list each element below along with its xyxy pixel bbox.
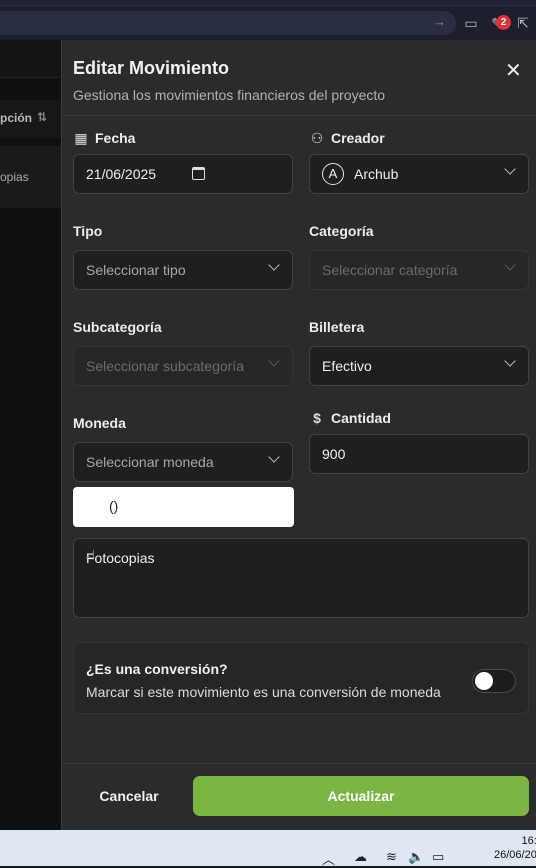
cloud-icon[interactable]: ☁ — [354, 849, 367, 865]
conversion-toggle[interactable] — [472, 669, 516, 693]
billetera-select[interactable]: Efectivo — [309, 346, 529, 386]
fecha-date-input[interactable]: 21/06/2025 — [73, 154, 293, 194]
open-external-icon[interactable]: ⇱ — [514, 14, 532, 32]
conversion-description: Marcar si este movimiento es una convers… — [86, 684, 441, 700]
go-arrow-icon[interactable]: → — [433, 14, 446, 29]
date-picker-icon[interactable] — [192, 167, 205, 180]
moneda-select[interactable]: Seleccionar moneda — [73, 442, 293, 482]
notification-badge: 2 — [496, 15, 511, 30]
background-table-row: opias — [0, 146, 61, 208]
avatar: A — [322, 163, 344, 185]
update-button[interactable]: Actualizar — [193, 776, 529, 816]
conversion-title: ¿Es una conversión? — [86, 661, 228, 677]
resize-handle[interactable] — [86, 550, 94, 558]
chevron-down-icon — [504, 259, 516, 271]
row-description: opias — [0, 170, 29, 184]
volume-icon[interactable]: 🔈 — [408, 849, 424, 865]
fecha-label: ▦ Fecha — [74, 130, 136, 146]
user-icon: ⚇ — [310, 130, 324, 146]
moneda-label: Moneda — [73, 415, 126, 431]
chevron-up-icon[interactable]: ︿ — [322, 849, 335, 868]
calendar-icon: ▦ — [74, 130, 88, 146]
taskbar-clock[interactable]: 16:49 26/06/2025 — [494, 834, 536, 862]
sort-icon: ⇅ — [37, 110, 48, 124]
creador-label: ⚇ Creador — [310, 130, 385, 146]
cancel-button[interactable]: Cancelar — [73, 776, 185, 816]
background-toolbar — [0, 40, 61, 78]
edit-movement-panel: Editar Movimiento Gestiona los movimient… — [61, 40, 536, 830]
conversion-section: ¿Es una conversión? Marcar si este movim… — [73, 642, 529, 714]
descripcion-textarea[interactable]: Fotocopias — [73, 538, 529, 618]
battery-icon[interactable]: ▭ — [432, 849, 444, 865]
chevron-down-icon — [268, 355, 280, 367]
cantidad-input[interactable]: 900 — [309, 434, 529, 474]
chevron-down-icon — [504, 355, 516, 367]
footer-divider — [62, 763, 536, 764]
panel-subtitle: Gestiona los movimientos financieros del… — [73, 87, 386, 103]
subcategoria-select[interactable]: Seleccionar subcategoría — [73, 346, 293, 386]
cantidad-label: $ Cantidad — [309, 410, 391, 426]
tipo-select[interactable]: Seleccionar tipo — [73, 250, 293, 290]
moneda-dropdown-option[interactable]: () — [73, 487, 294, 527]
address-bar[interactable]: → — [0, 11, 456, 35]
panel-title: Editar Movimiento — [73, 58, 230, 78]
billetera-label: Billetera — [309, 319, 365, 335]
clock-date: 26/06/2025 — [494, 849, 536, 861]
column-header-description: pción — [0, 111, 32, 125]
tipo-label: Tipo — [73, 223, 103, 239]
clock-time: 16:49 — [521, 835, 536, 847]
cast-icon[interactable]: ▭ — [462, 14, 480, 32]
dollar-icon: $ — [313, 410, 321, 426]
chevron-down-icon — [268, 451, 280, 463]
close-icon[interactable]: ✕ — [505, 58, 522, 83]
wifi-icon[interactable]: ≋ — [386, 849, 397, 865]
taskbar: ︿ ☁ ≋ 🔈 ▭ 16:49 26/06/2025 — [0, 830, 536, 868]
categoria-select[interactable]: Seleccionar categoría — [309, 250, 529, 290]
subcategoria-label: Subcategoría — [73, 319, 162, 335]
background-table-header: pción ⇅ — [0, 100, 61, 138]
categoria-label: Categoría — [309, 223, 374, 239]
chevron-down-icon — [268, 259, 280, 271]
creador-select[interactable]: A Archub — [309, 154, 529, 194]
chevron-down-icon — [504, 163, 516, 175]
browser-toolbar: → ▭ ✎ 2 ⇱ — [0, 6, 536, 40]
header-divider — [62, 115, 536, 116]
toggle-knob — [475, 672, 493, 690]
